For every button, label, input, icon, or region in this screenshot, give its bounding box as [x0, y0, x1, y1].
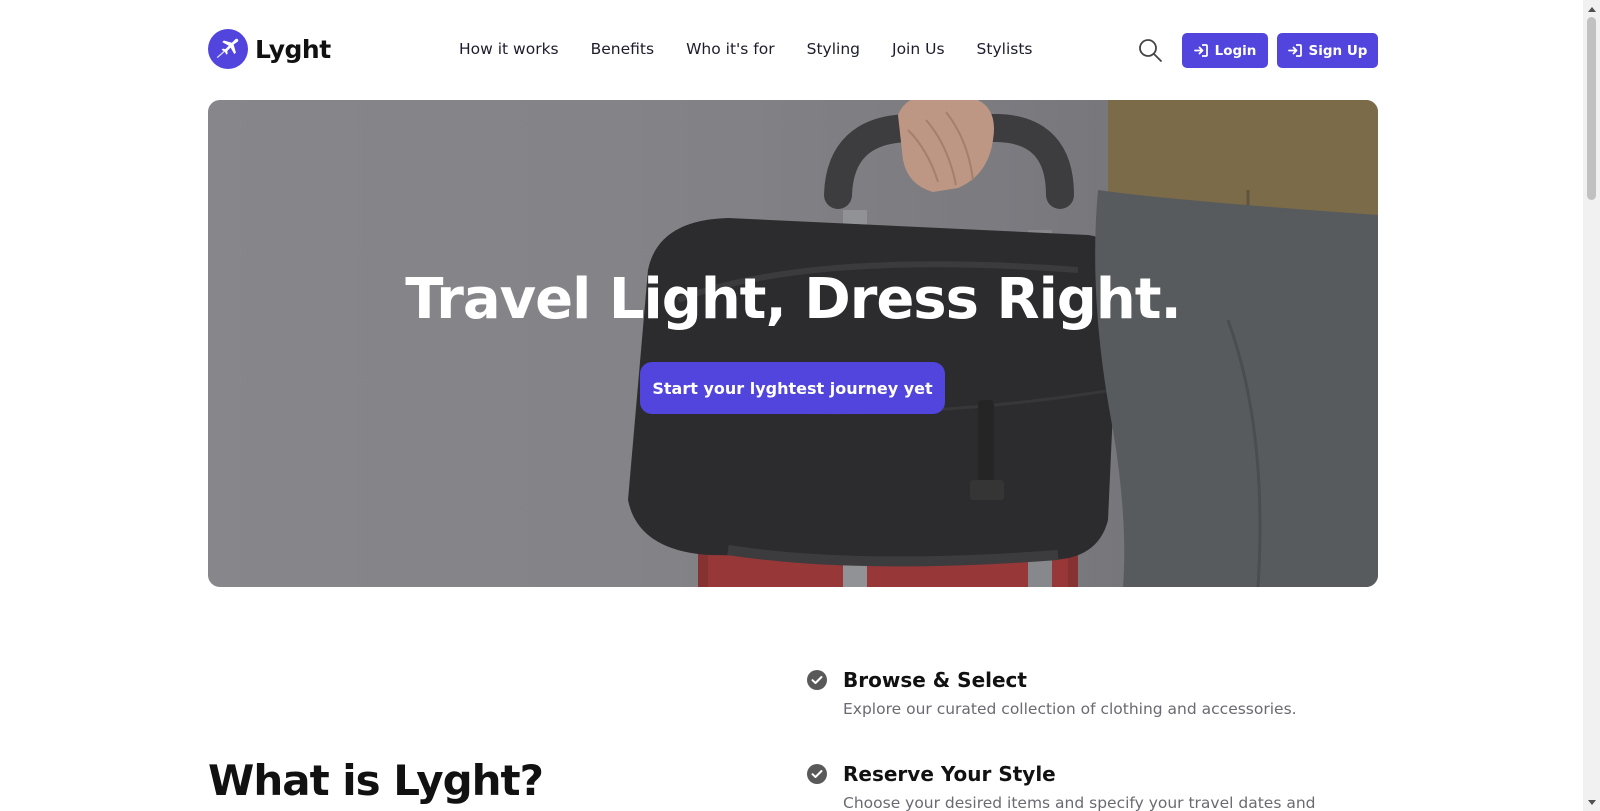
step-description: Explore our curated collection of clothi… [843, 700, 1297, 718]
sign-in-icon [1193, 44, 1208, 57]
sign-in-icon [1287, 44, 1302, 57]
start-journey-button[interactable]: Start your lyghtest journey yet [640, 362, 945, 414]
hero-banner: Travel Light, Dress Right. Start your ly… [208, 100, 1378, 587]
scroll-down-arrow-icon[interactable] [1583, 794, 1600, 811]
check-circle-icon [807, 764, 827, 784]
nav-styling[interactable]: Styling [807, 40, 860, 58]
signup-button[interactable]: Sign Up [1277, 33, 1378, 68]
login-label: Login [1214, 42, 1257, 59]
nav-stylists[interactable]: Stylists [977, 40, 1033, 58]
logo-link[interactable]: Lyght [208, 29, 331, 69]
scroll-up-arrow-icon[interactable] [1583, 0, 1600, 17]
main-nav: How it works Benefits Who it's for Styli… [459, 40, 1064, 58]
airplane-logo-icon [208, 29, 248, 69]
step-description: Choose your desired items and specify yo… [843, 794, 1316, 811]
search-icon[interactable] [1137, 37, 1163, 63]
nav-how-it-works[interactable]: How it works [459, 40, 559, 58]
nav-benefits[interactable]: Benefits [591, 40, 654, 58]
page: Lyght How it works Benefits Who it's for… [0, 0, 1583, 811]
about-title: What is Lyght? [208, 756, 544, 805]
check-circle-icon [807, 670, 827, 690]
scrollbar-thumb[interactable] [1587, 17, 1596, 200]
brand-name: Lyght [255, 34, 331, 64]
hero-title: Travel Light, Dress Right. [405, 267, 1182, 332]
nav-who-its-for[interactable]: Who it's for [686, 40, 775, 58]
site-header: Lyght How it works Benefits Who it's for… [208, 28, 1378, 72]
signup-label: Sign Up [1308, 42, 1368, 59]
vertical-scrollbar[interactable] [1583, 0, 1600, 811]
nav-join-us[interactable]: Join Us [892, 40, 945, 58]
login-button[interactable]: Login [1182, 33, 1268, 68]
step-title: Reserve Your Style [843, 762, 1056, 786]
hero-background-image [208, 100, 1378, 587]
step-title: Browse & Select [843, 668, 1027, 692]
